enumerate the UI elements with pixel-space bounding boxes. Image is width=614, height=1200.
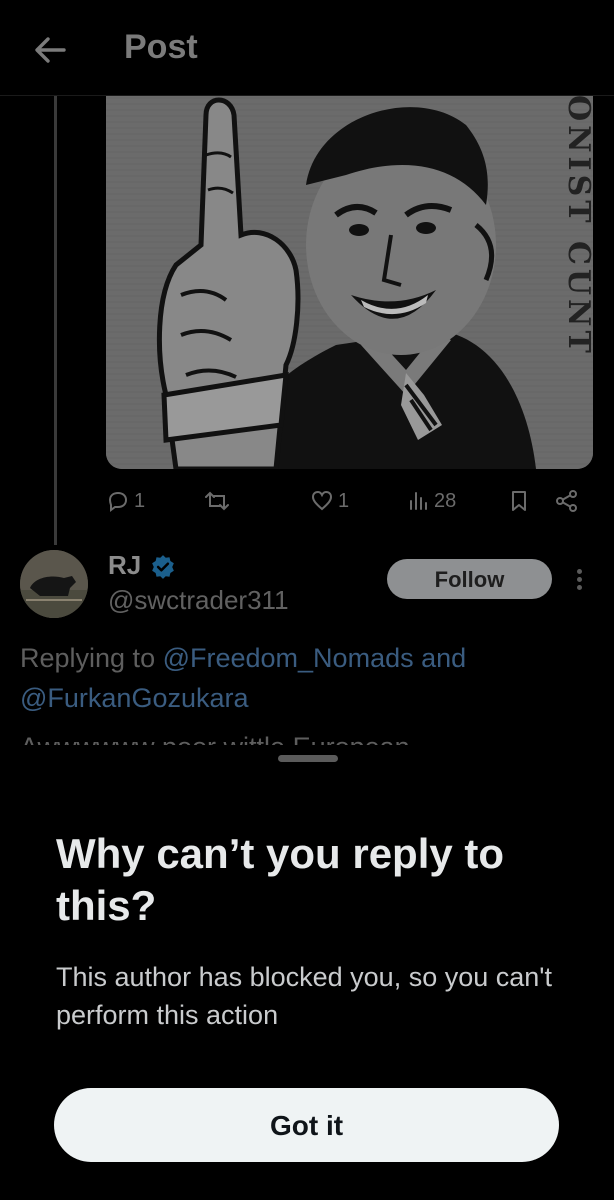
meme-illustration: ONIST CUNT [106,95,593,469]
page-title: Post [124,28,198,66]
back-button[interactable] [28,28,72,72]
mention-link[interactable]: @FurkanGozukara [20,683,249,713]
mention-link[interactable]: @Freedom_Nomads [163,643,414,673]
arrow-left-icon [35,37,66,63]
stamp-text: ONIST CUNT [561,95,593,357]
views-count: 28 [434,489,457,512]
replying-prefix: Replying to [20,643,163,673]
views-icon [410,492,427,510]
share-action[interactable] [554,484,580,518]
avatar[interactable] [20,550,88,618]
sheet-title: Why can’t you reply to this? [56,830,505,929]
sheet-message: This author has blocked you, so you can'… [56,962,552,1030]
replying-to: Replying to @Freedom_Nomads and @FurkanG… [20,638,580,718]
repost-icon [205,491,229,511]
follow-button[interactable]: Follow [387,559,552,599]
bookmark-icon [512,491,526,511]
heart-icon [311,490,333,511]
reply-text: Awwwwww poor wittle European [20,728,410,746]
like-action[interactable]: 1 [310,484,349,518]
views-action[interactable]: 28 [408,484,456,518]
share-icon [556,490,577,512]
more-dot-icon [576,577,582,582]
reply-count: 1 [134,489,146,512]
author-name[interactable]: RJ [108,550,141,581]
top-bar: Post [0,0,614,96]
more-options-button[interactable] [572,566,586,596]
bottom-sheet: Why can’t you reply to this? This author… [0,745,614,1200]
avatar-image [20,550,88,618]
reply-text-line: Awwwwww poor wittle European [20,728,410,746]
like-count: 1 [338,489,350,512]
repost-action[interactable] [204,484,234,518]
more-dot-icon [576,569,582,574]
got-it-button[interactable]: Got it [54,1088,559,1162]
sheet-drag-handle[interactable] [278,755,338,762]
verified-badge-icon [152,555,174,579]
mention-conjunction[interactable]: and [414,643,466,673]
reply-icon [108,491,128,512]
bookmark-action[interactable] [508,484,530,518]
thread-line [54,95,57,545]
post-image[interactable]: ONIST CUNT [106,95,593,469]
more-dot-icon [576,585,582,590]
post-actions: 1 1 28 [104,484,594,518]
reply-action[interactable]: 1 [106,484,145,518]
author-handle[interactable]: @swctrader311 [108,585,289,616]
